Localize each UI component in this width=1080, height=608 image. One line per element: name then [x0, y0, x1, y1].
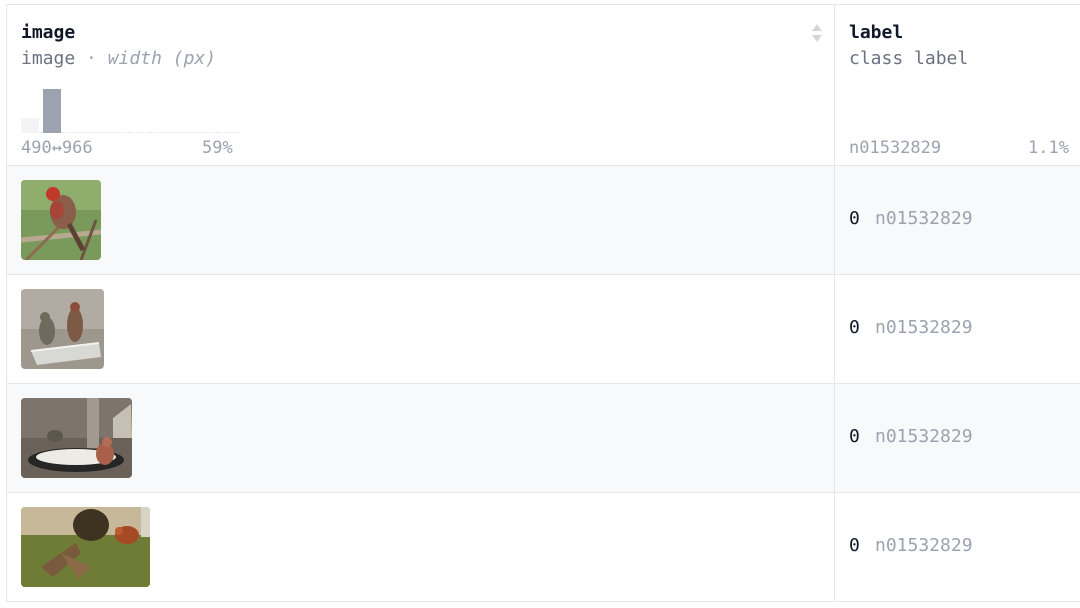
sort-icon[interactable] [810, 22, 824, 44]
class-value: 0 [849, 317, 860, 338]
class-value: 0 [849, 426, 860, 447]
table-row[interactable]: 0 n01532829 [7, 275, 1080, 384]
finch-on-branch-thumbnail[interactable] [21, 180, 101, 260]
histogram-bar[interactable] [175, 132, 193, 133]
image-cell[interactable] [7, 166, 835, 274]
label-cell[interactable]: 0 n01532829 [835, 384, 1080, 492]
table-header: image image · width (px) 490↔966 59% lab… [7, 5, 1080, 166]
histogram-bar[interactable] [43, 89, 61, 133]
label-column-header[interactable]: label class label n01532829 1.1% [835, 5, 1080, 165]
class-name: n01532829 [875, 208, 973, 229]
finch-at-bird-bath-thumbnail[interactable] [21, 398, 132, 478]
label-column-type: class label [849, 48, 969, 69]
image-cell[interactable] [7, 275, 835, 383]
label-cell[interactable]: 0 n01532829 [835, 275, 1080, 383]
finches-flying-thumbnail[interactable] [21, 507, 150, 587]
table-row[interactable]: 0 n01532829 [7, 166, 1080, 275]
label-cell[interactable]: 0 n01532829 [835, 493, 1080, 601]
class-name: n01532829 [875, 535, 973, 556]
image-cell[interactable] [7, 384, 835, 492]
width-percent-label: 59% [202, 138, 233, 158]
histogram-bar[interactable] [109, 132, 127, 133]
histogram-bar[interactable] [21, 118, 39, 133]
histogram-bar[interactable] [131, 132, 149, 133]
image-cell[interactable] [7, 493, 835, 601]
histogram-bar[interactable] [87, 132, 105, 133]
image-column-name: image [21, 22, 76, 43]
width-histogram[interactable] [21, 83, 239, 133]
histogram-bar[interactable] [197, 132, 215, 133]
class-value: 0 [849, 535, 860, 556]
label-top-class: n01532829 [849, 138, 942, 158]
width-range-label: 490↔966 [21, 138, 93, 158]
histogram-bar[interactable] [153, 132, 171, 133]
label-cell[interactable]: 0 n01532829 [835, 166, 1080, 274]
histogram-bar[interactable] [219, 132, 237, 133]
label-top-percent: 1.1% [1028, 138, 1069, 158]
two-finches-on-feeder-thumbnail[interactable] [21, 289, 104, 369]
image-column-header[interactable]: image image · width (px) 490↔966 59% [7, 5, 835, 165]
class-value: 0 [849, 208, 860, 229]
image-column-type: image · width (px) [21, 48, 217, 69]
table-row[interactable]: 0 n01532829 [7, 493, 1080, 602]
dataset-table: image image · width (px) 490↔966 59% lab… [6, 4, 1080, 602]
histogram-bar[interactable] [65, 132, 83, 133]
class-name: n01532829 [875, 317, 973, 338]
class-name: n01532829 [875, 426, 973, 447]
label-column-name: label [849, 22, 904, 43]
table-row[interactable]: 0 n01532829 [7, 384, 1080, 493]
